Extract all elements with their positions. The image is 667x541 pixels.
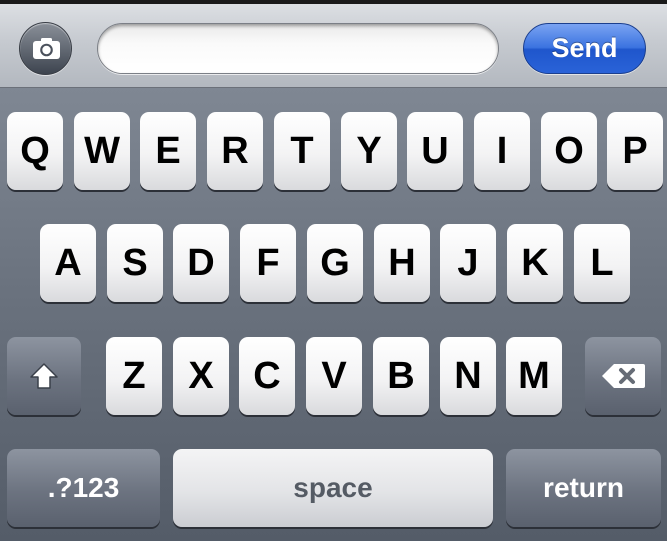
key-h[interactable]: H [374,224,430,302]
key-d[interactable]: D [173,224,229,302]
key-o[interactable]: O [541,112,597,190]
key-x[interactable]: X [173,337,229,415]
key-i[interactable]: I [474,112,530,190]
key-c[interactable]: C [239,337,295,415]
key-k[interactable]: K [507,224,563,302]
camera-icon [33,38,60,59]
shift-key[interactable] [7,337,81,415]
key-t[interactable]: T [274,112,330,190]
key-q[interactable]: Q [7,112,63,190]
key-w[interactable]: W [74,112,130,190]
camera-button[interactable] [19,22,72,75]
return-key[interactable]: return [506,449,661,527]
key-m[interactable]: M [506,337,562,415]
key-s[interactable]: S [107,224,163,302]
key-z[interactable]: Z [106,337,162,415]
key-g[interactable]: G [307,224,363,302]
key-j[interactable]: J [440,224,496,302]
message-input[interactable] [97,23,499,74]
key-l[interactable]: L [574,224,630,302]
key-n[interactable]: N [440,337,496,415]
keyboard: QWERTYUIOP ASDFGHJKL ZXCVBNM .?123 space… [0,88,667,541]
backspace-key[interactable] [585,337,661,415]
key-f[interactable]: F [240,224,296,302]
sms-compose-screen: Send QWERTYUIOP ASDFGHJKL ZXCVBNM .?123 … [0,0,667,541]
numbers-key[interactable]: .?123 [7,449,160,527]
space-key[interactable]: space [173,449,493,527]
key-y[interactable]: Y [341,112,397,190]
send-button[interactable]: Send [523,23,646,74]
key-b[interactable]: B [373,337,429,415]
key-u[interactable]: U [407,112,463,190]
backspace-icon [602,364,645,388]
key-a[interactable]: A [40,224,96,302]
key-r[interactable]: R [207,112,263,190]
compose-bar: Send [0,0,667,88]
key-v[interactable]: V [306,337,362,415]
key-e[interactable]: E [140,112,196,190]
shift-arrow-icon [30,363,58,389]
key-p[interactable]: P [607,112,663,190]
